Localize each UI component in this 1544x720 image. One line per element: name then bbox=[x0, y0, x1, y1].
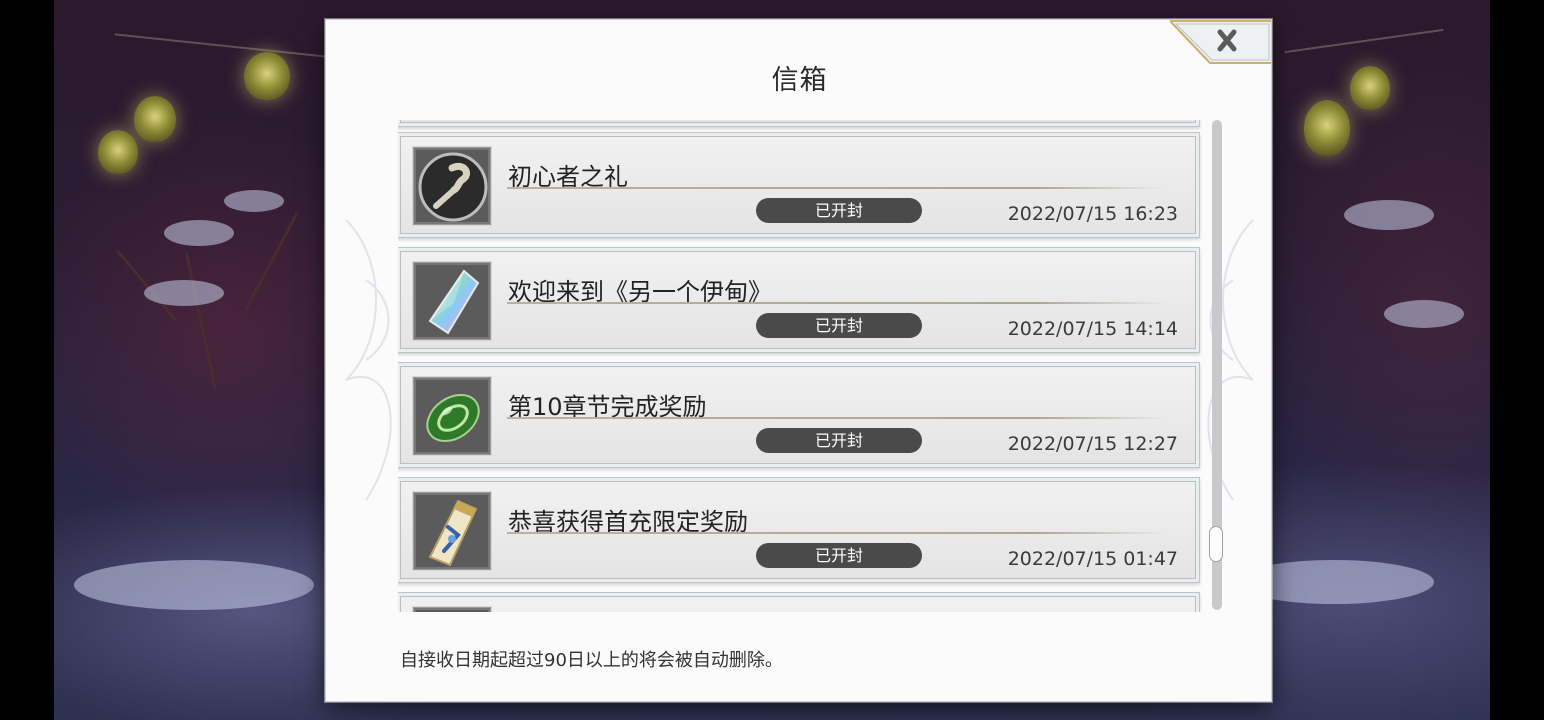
snow-clump bbox=[164, 220, 234, 246]
mail-item[interactable]: 恭喜获得首充限定奖励 已开封 2022/07/15 01:47 bbox=[400, 481, 1196, 579]
ticket-icon bbox=[413, 492, 491, 570]
close-icon bbox=[1167, 20, 1271, 64]
lantern bbox=[134, 96, 176, 142]
snow-clump bbox=[1344, 200, 1434, 230]
lantern-string bbox=[1284, 28, 1444, 54]
lantern bbox=[98, 130, 138, 174]
tree-branch bbox=[244, 212, 299, 311]
status-badge: 已开封 bbox=[756, 428, 922, 453]
lantern bbox=[1304, 100, 1350, 156]
close-button[interactable] bbox=[1167, 20, 1271, 64]
mailbox-dialog: 信箱 初心者之礼 已开封 2022/07/15 16:23 欢迎来到《另一个伊甸… bbox=[325, 19, 1272, 702]
snow-clump bbox=[144, 280, 224, 306]
status-badge: 已开封 bbox=[756, 313, 922, 338]
title-underline bbox=[507, 302, 1167, 304]
mail-item-partial[interactable] bbox=[400, 120, 1196, 123]
mail-item[interactable]: 第10章节完成奖励 已开封 2022/07/15 12:27 bbox=[400, 366, 1196, 464]
snow-clump bbox=[1384, 300, 1464, 328]
game-screen: 信箱 初心者之礼 已开封 2022/07/15 16:23 欢迎来到《另一个伊甸… bbox=[0, 0, 1544, 720]
snow-clump bbox=[224, 190, 284, 212]
item-icon-frame bbox=[413, 607, 491, 612]
dialog-title: 信箱 bbox=[771, 65, 828, 96]
lantern bbox=[1350, 66, 1390, 110]
status-badge: 已开封 bbox=[756, 543, 922, 568]
lantern bbox=[244, 52, 290, 100]
auto-delete-notice: 自接收日期起超过90日以上的将会被自动删除。 bbox=[400, 650, 783, 671]
mail-timestamp: 2022/07/15 01:47 bbox=[1007, 548, 1178, 570]
mail-item[interactable]: 欢迎来到《另一个伊甸》 已开封 2022/07/15 14:14 bbox=[400, 251, 1196, 349]
tree-trunk bbox=[184, 252, 217, 391]
snow-mound bbox=[74, 560, 314, 610]
mail-item[interactable]: 初心者之礼 已开封 2022/07/15 16:23 bbox=[400, 136, 1196, 234]
rainbow-crystal-icon bbox=[413, 262, 491, 340]
mail-timestamp: 2022/07/15 12:27 bbox=[1007, 433, 1178, 455]
novice-staff-icon bbox=[413, 147, 491, 225]
mail-timestamp: 2022/07/15 16:23 bbox=[1007, 203, 1178, 225]
green-gem-icon bbox=[413, 377, 491, 455]
mail-list[interactable]: 初心者之礼 已开封 2022/07/15 16:23 欢迎来到《另一个伊甸》 已… bbox=[398, 120, 1203, 612]
title-underline bbox=[507, 532, 1167, 534]
mail-timestamp: 2022/07/15 14:14 bbox=[1007, 318, 1178, 340]
title-underline bbox=[507, 417, 1167, 419]
title-underline bbox=[507, 187, 1167, 189]
scrollbar-thumb[interactable] bbox=[1209, 526, 1223, 562]
status-badge: 已开封 bbox=[756, 198, 922, 223]
mail-item-partial[interactable] bbox=[400, 596, 1196, 612]
